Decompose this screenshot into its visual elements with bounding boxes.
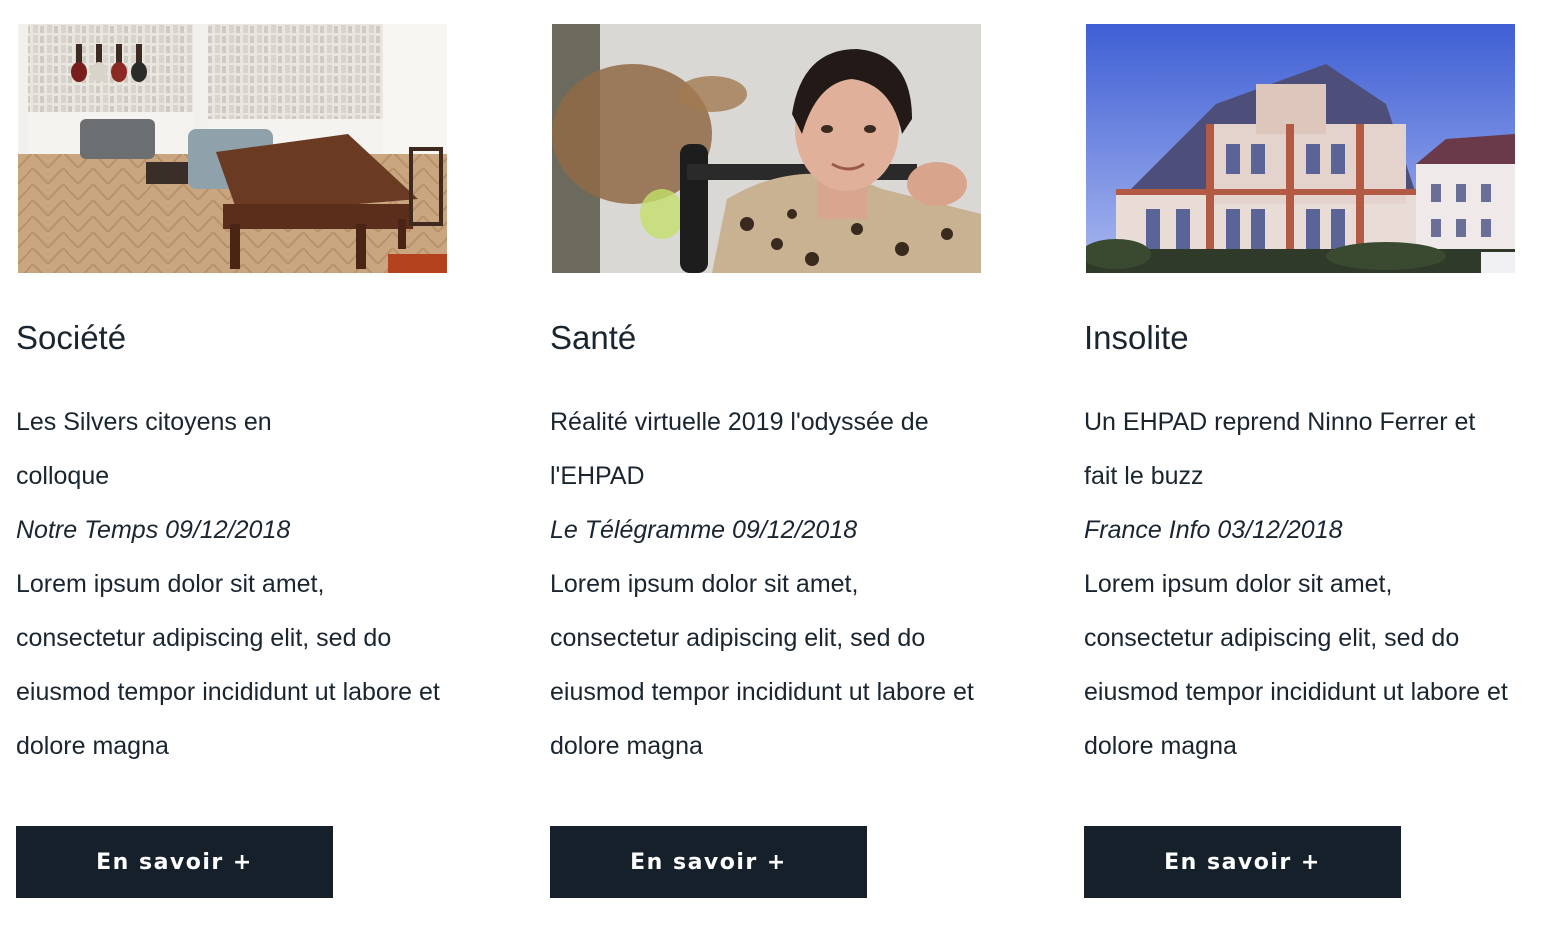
article-body: Réalité virtuelle 2019 l'odyssée de l'EH… [550,395,990,773]
article-card: Insolite Un EHPAD reprend Ninno Ferrer e… [1084,24,1516,904]
article-body: Les Silvers citoyens en colloque Notre T… [16,395,456,773]
article-category: Société [16,319,127,356]
article-source: Notre Temps 09/12/2018 [16,516,291,544]
article-headline[interactable]: Réalité virtuelle 2019 l'odyssée de l'EH… [550,395,970,503]
article-excerpt: Lorem ipsum dolor sit amet, consectetur … [1084,570,1508,760]
article-headline[interactable]: Les Silvers citoyens en colloque [16,395,306,503]
building-photo [1086,24,1515,273]
article-headline[interactable]: Un EHPAD reprend Ninno Ferrer et fait le… [1084,395,1504,503]
article-image[interactable] [552,24,981,273]
articles-grid: Société Les Silvers citoyens en colloque… [16,24,1516,924]
article-image[interactable] [1086,24,1515,273]
article-image[interactable] [18,24,447,273]
article-category: Santé [550,319,637,356]
article-source: France Info 03/12/2018 [1084,516,1343,544]
article-source: Le Télégramme 09/12/2018 [550,516,858,544]
article-excerpt: Lorem ipsum dolor sit amet, consectetur … [16,570,440,760]
resident-photo [552,24,981,273]
article-excerpt: Lorem ipsum dolor sit amet, consectetur … [550,570,974,760]
read-more-button[interactable]: En savoir + [1084,826,1401,898]
living-room-photo [18,24,447,273]
read-more-button[interactable]: En savoir + [16,826,333,898]
read-more-button[interactable]: En savoir + [550,826,867,898]
article-category: Insolite [1084,319,1189,356]
article-body: Un EHPAD reprend Ninno Ferrer et fait le… [1084,395,1524,773]
article-card: Société Les Silvers citoyens en colloque… [16,24,448,904]
article-card: Santé Réalité virtuelle 2019 l'odyssée d… [550,24,982,904]
